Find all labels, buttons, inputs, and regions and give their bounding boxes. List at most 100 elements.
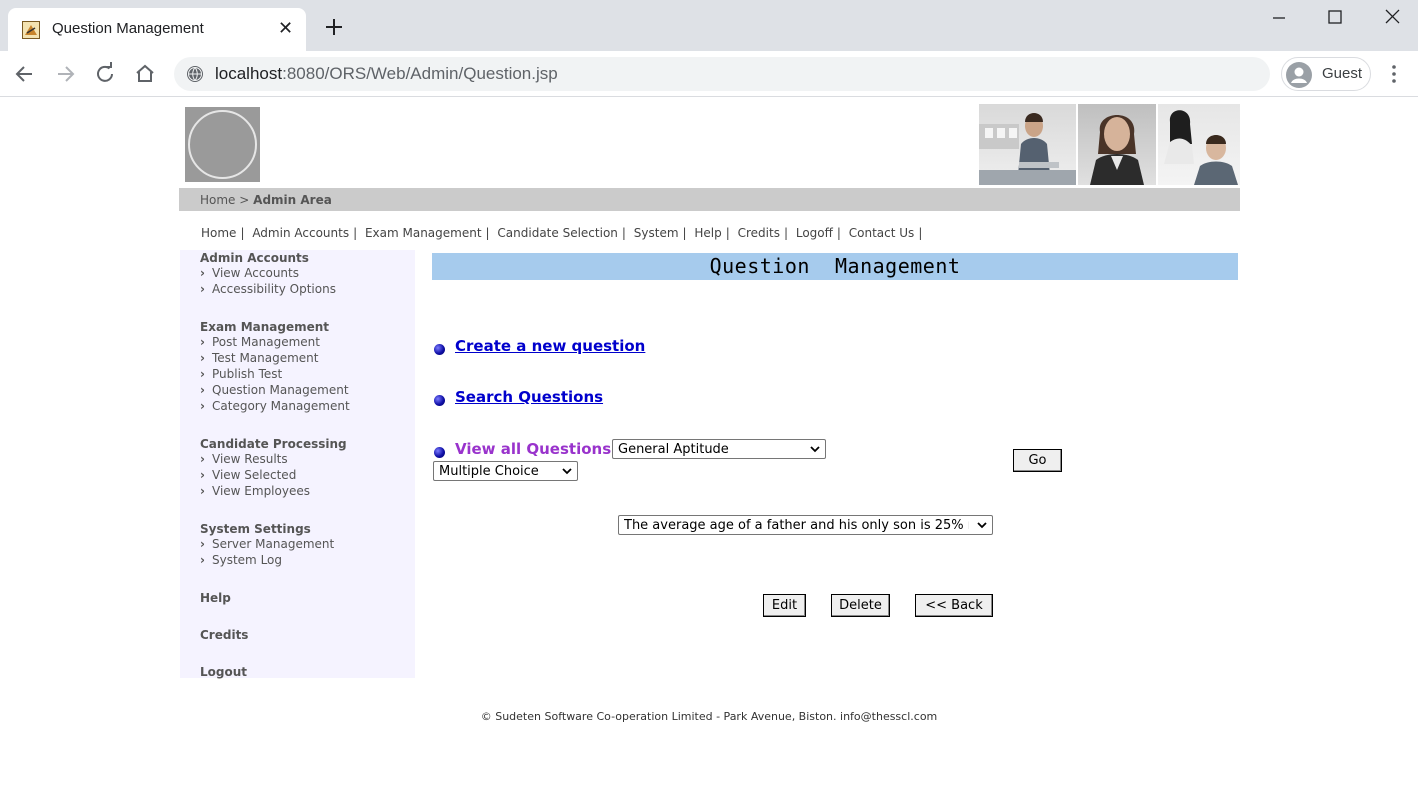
sidebar-item-view-results[interactable]: › View Results [200,452,288,466]
chevron-down-icon [810,446,820,453]
profile-label: Guest [1322,65,1363,82]
sidebar-heading-admin-accounts[interactable]: Admin Accounts [200,251,309,265]
sidebar-item-system-log[interactable]: › System Log [200,553,282,567]
chevron-right-icon: › [200,282,205,296]
topnav-logoff[interactable]: Logoff [796,226,833,240]
sidebar-item-view-employees[interactable]: › View Employees [200,484,310,498]
site-info-icon[interactable] [186,65,204,83]
guest-avatar-icon [1286,62,1312,88]
sidebar-item-credits[interactable]: Credits [200,628,248,642]
sidebar-item-label: Question Management [212,383,349,397]
sidebar-item-view-accounts[interactable]: › View Accounts [200,266,299,280]
tab-close-icon[interactable]: ✕ [278,18,293,39]
profile-button[interactable]: Guest [1281,57,1371,91]
new-tab-icon[interactable] [322,15,346,39]
banner-photo-team [1158,104,1240,185]
sidebar-item-category-management[interactable]: › Category Management [200,399,350,413]
topnav-separator: | [353,226,358,240]
delete-button[interactable]: Delete [831,594,890,617]
browser-tab[interactable]: Question Management ✕ [8,8,306,51]
page-footer: © Sudeten Software Co-operation Limited … [480,710,938,723]
topnav-separator: | [621,226,626,240]
sidebar-item-help[interactable]: Help [200,591,231,605]
sidebar-item-question-management[interactable]: › Question Management [200,383,349,397]
back-arrow-icon[interactable] [12,61,38,87]
forward-arrow-icon[interactable] [52,61,78,87]
create-question-link[interactable]: Create a new question [455,337,645,355]
question-type-select-value: Multiple Choice [439,464,539,479]
bullet-icon [434,344,445,355]
sidebar-item-test-management[interactable]: › Test Management [200,351,319,365]
browser-toolbar: localhost:8080/ORS/Web/Admin/Question.js… [0,51,1418,97]
search-questions-link[interactable]: Search Questions [455,388,603,406]
sidebar: Admin Accounts › View Accounts › Accessibi… [180,250,415,679]
office-woman-image [979,113,1076,185]
chevron-right-icon: › [200,399,205,413]
breadcrumb-text: Home > Admin Area [200,193,332,207]
topnav-system[interactable]: System [634,226,679,240]
chevron-right-icon: › [200,553,205,567]
sidebar-item-label: View Selected [212,468,297,482]
breadcrumb-separator: > [239,193,250,207]
question-select-value: The average age of a father and his only… [624,518,969,533]
sidebar-item-server-management[interactable]: › Server Management [200,537,334,551]
sidebar-item-label: View Accounts [212,266,299,280]
go-button[interactable]: Go [1013,449,1062,472]
sidebar-item-label: Test Management [212,351,319,365]
sidebar-item-label: Post Management [212,335,320,349]
sidebar-heading-candidate-processing[interactable]: Candidate Processing [200,437,347,451]
breadcrumb-current: Admin Area [253,193,332,207]
chevron-right-icon: › [200,351,205,365]
sidebar-heading-system-settings[interactable]: System Settings [200,522,311,536]
sidebar-item-label: System Log [212,553,282,567]
minimize-icon[interactable] [1267,8,1291,28]
chevron-right-icon: › [200,367,205,381]
team-image [1164,110,1238,185]
category-select[interactable]: General Aptitude [612,439,826,459]
page-title-bar: Question Management [432,253,1238,280]
topnav-help[interactable]: Help [694,226,721,240]
category-select-value: General Aptitude [618,442,729,457]
address-bar[interactable]: localhost:8080/ORS/Web/Admin/Question.js… [174,57,1270,91]
topnav-separator: | [485,226,490,240]
topnav-home[interactable]: Home [201,226,236,240]
question-type-select[interactable]: Multiple Choice [433,461,578,481]
url-path: :8080/ORS/Web/Admin/Question.jsp [282,64,558,83]
topnav-separator: | [725,226,730,240]
browser-menu-icon[interactable] [1386,63,1402,85]
url-text: localhost:8080/ORS/Web/Admin/Question.js… [215,64,558,84]
url-host: localhost [215,64,283,83]
topnav-admin-accounts[interactable]: Admin Accounts [252,226,349,240]
reload-icon[interactable] [92,61,118,87]
question-select[interactable]: The average age of a father and his only… [618,515,993,535]
view-all-questions-label[interactable]: View all Questions [455,440,611,458]
home-icon[interactable] [132,61,158,87]
chevron-down-icon [977,522,987,529]
close-window-icon[interactable] [1381,8,1405,28]
topnav-separator: | [836,226,841,240]
chevron-right-icon: › [200,537,205,551]
topnav-credits[interactable]: Credits [738,226,780,240]
topnav-contact-us[interactable]: Contact Us [849,226,915,240]
topnav-candidate-selection[interactable]: Candidate Selection [497,226,617,240]
topnav-separator: | [682,226,687,240]
topnav-exam-management[interactable]: Exam Management [365,226,482,240]
chevron-down-icon [562,468,572,475]
edit-button[interactable]: Edit [763,594,806,617]
sidebar-item-logout[interactable]: Logout [200,665,247,679]
breadcrumb-home-link[interactable]: Home [200,193,235,207]
sidebar-item-label: Publish Test [212,367,283,381]
sidebar-item-accessibility-options[interactable]: › Accessibility Options [200,282,336,296]
back-button[interactable]: << Back [915,594,993,617]
sidebar-item-label: Category Management [212,399,350,413]
topnav-separator: | [918,226,923,240]
sidebar-heading-exam-management[interactable]: Exam Management [200,320,329,334]
page-title: Question Management [709,254,961,278]
bullet-icon [434,395,445,406]
sidebar-item-label: View Results [212,452,288,466]
sidebar-item-post-management[interactable]: › Post Management [200,335,320,349]
maximize-icon[interactable] [1323,8,1347,28]
banner-photo-office-woman [979,104,1076,185]
sidebar-item-publish-test[interactable]: › Publish Test [200,367,282,381]
sidebar-item-view-selected[interactable]: › View Selected [200,468,296,482]
